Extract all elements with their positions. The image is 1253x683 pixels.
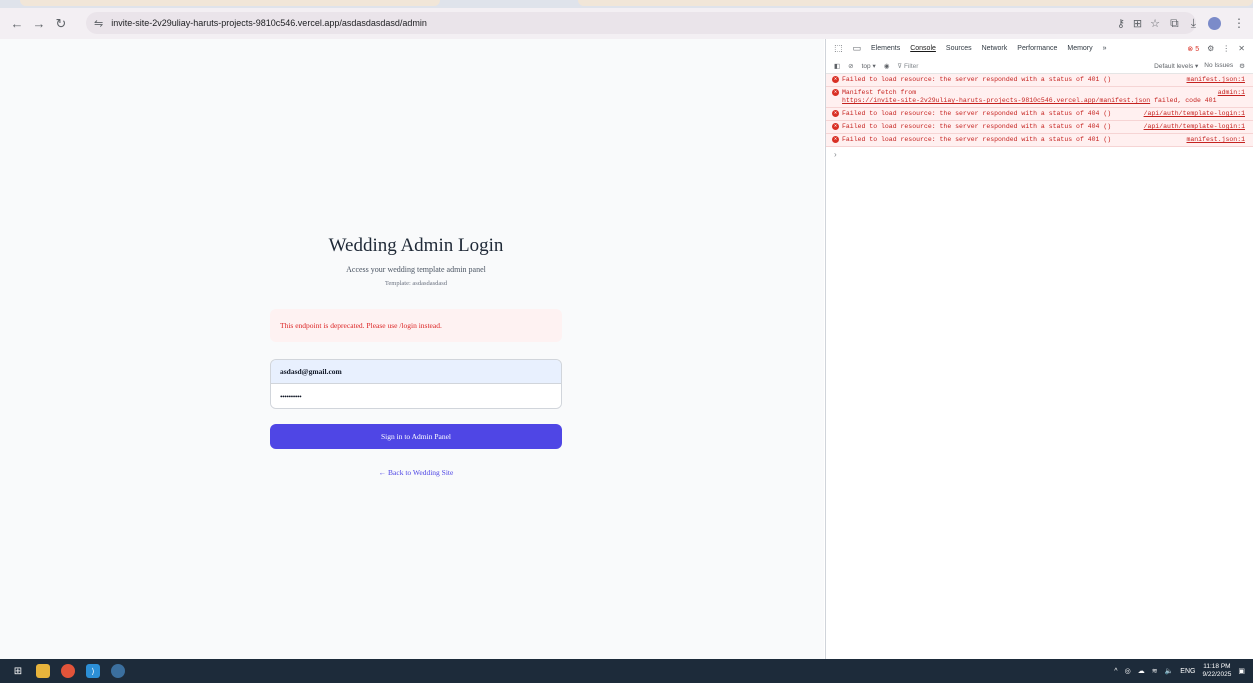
console-message: ✕ manifest.json:1 Failed to load resourc… bbox=[826, 74, 1253, 87]
tab-memory[interactable]: Memory bbox=[1067, 45, 1092, 52]
message-source-link[interactable]: admin:1 bbox=[1218, 89, 1245, 97]
extensions-icon[interactable]: ⧉ bbox=[1170, 16, 1179, 31]
chrome-devtools-window-icon[interactable] bbox=[111, 664, 125, 678]
error-icon: ✕ bbox=[832, 136, 839, 143]
settings-gear-icon[interactable]: ⚙ bbox=[1207, 44, 1214, 53]
browser-tab[interactable] bbox=[578, 0, 1253, 6]
browser-toolbar: ← → ↻ ⇋ invite-site-2v29uliay-haruts-pro… bbox=[0, 8, 1253, 39]
reload-icon[interactable]: ↻ bbox=[50, 13, 72, 35]
chrome-icon[interactable] bbox=[61, 664, 75, 678]
download-icon[interactable]: ⤓ bbox=[1191, 16, 1196, 31]
file-explorer-icon[interactable] bbox=[36, 664, 50, 678]
password-field[interactable]: •••••••••• bbox=[271, 384, 561, 408]
page-title: Wedding Admin Login bbox=[328, 235, 504, 256]
inspect-element-icon[interactable]: ⬚ bbox=[834, 43, 843, 54]
email-field[interactable]: asdasd@gmail.com bbox=[271, 360, 561, 384]
tray-app-icon[interactable]: ◎ bbox=[1125, 667, 1131, 675]
bookmark-star-icon[interactable]: ☆ bbox=[1150, 17, 1160, 30]
live-expression-eye-icon[interactable]: ◉ bbox=[884, 62, 890, 70]
notifications-icon[interactable]: ▣ bbox=[1238, 667, 1245, 675]
login-form-fields: asdasd@gmail.com •••••••••• bbox=[270, 359, 562, 409]
clock-date: 9/22/2025 bbox=[1202, 671, 1232, 678]
windows-start-icon[interactable]: ⊞ bbox=[11, 664, 25, 678]
sign-in-button[interactable]: Sign in to Admin Panel bbox=[270, 424, 562, 449]
message-source-link[interactable]: manifest.json:1 bbox=[1186, 76, 1245, 84]
error-count: 5 bbox=[1195, 45, 1200, 53]
tab-performance[interactable]: Performance bbox=[1017, 45, 1057, 52]
message-text: Failed to load resource: the server resp… bbox=[842, 110, 1112, 117]
tab-elements[interactable]: Elements bbox=[871, 45, 900, 52]
message-text: Failed to load resource: the server resp… bbox=[842, 123, 1112, 130]
console-message: ✕ /api/auth/template-login:1 Failed to l… bbox=[826, 108, 1253, 121]
console-message: ✕ admin:1 Manifest fetch from https://in… bbox=[826, 87, 1253, 108]
template-label: Template: asdasdasdasd bbox=[384, 280, 448, 287]
volume-icon[interactable]: 🔈 bbox=[1165, 667, 1174, 675]
system-tray: ^ ◎ ☁ ≋ 🔈 ENG 11:18 PM 9/22/2025 ▣ bbox=[1114, 659, 1245, 683]
tab-network[interactable]: Network bbox=[982, 45, 1008, 52]
forward-arrow-icon[interactable]: → bbox=[28, 13, 50, 35]
filter-funnel-icon: ⊽ bbox=[897, 62, 903, 70]
tray-chevron-up-icon[interactable]: ^ bbox=[1114, 668, 1117, 675]
tab-sources[interactable]: Sources bbox=[946, 45, 972, 52]
message-tail: failed, code 401 bbox=[1154, 97, 1217, 104]
tab-console[interactable]: Console bbox=[910, 45, 936, 52]
error-icon: ✕ bbox=[832, 76, 839, 83]
vscode-icon[interactable]: ⟩ bbox=[86, 664, 100, 678]
message-text: Manifest fetch from bbox=[842, 89, 917, 96]
password-key-icon[interactable]: ⚷ bbox=[1117, 17, 1125, 30]
error-icon: ✕ bbox=[832, 123, 839, 130]
filter-placeholder: Filter bbox=[903, 62, 919, 70]
message-source-link[interactable]: manifest.json:1 bbox=[1186, 136, 1245, 144]
device-toolbar-icon[interactable]: ▭ bbox=[853, 43, 862, 54]
site-settings-icon[interactable]: ⇋ bbox=[94, 17, 103, 30]
page-viewport: Wedding Admin Login Access your wedding … bbox=[0, 39, 824, 659]
login-card: Wedding Admin Login Access your wedding … bbox=[270, 235, 562, 477]
clear-console-icon[interactable]: ⊘ bbox=[848, 62, 853, 70]
console-message: ✕ /api/auth/template-login:1 Failed to l… bbox=[826, 121, 1253, 134]
windows-taskbar: ⊞ ⟩ ^ ◎ ☁ ≋ 🔈 ENG 11:18 PM 9/22/2025 ▣ bbox=[0, 659, 1253, 683]
page-subtitle: Access your wedding template admin panel bbox=[346, 265, 486, 274]
error-count-badge[interactable]: ⊗ 5 bbox=[1187, 45, 1199, 53]
console-toolbar: ◧ ⊘ top ▾ ◉ ⊽ Filter Default levels ▾ No… bbox=[826, 58, 1253, 74]
back-arrow-icon[interactable]: ← bbox=[6, 13, 28, 35]
console-prompt[interactable]: › bbox=[826, 147, 1253, 162]
devtools-tabbar: ⬚ ▭ Elements Console Sources Network Per… bbox=[826, 39, 1253, 58]
manifest-url-link[interactable]: https://invite-site-2v29uliay-haruts-pro… bbox=[842, 97, 1150, 104]
message-text: Failed to load resource: the server resp… bbox=[842, 136, 1112, 143]
clock[interactable]: 11:18 PM 9/22/2025 bbox=[1202, 663, 1231, 679]
console-message: ✕ manifest.json:1 Failed to load resourc… bbox=[826, 134, 1253, 147]
sidebar-toggle-icon[interactable]: ◧ bbox=[834, 62, 840, 70]
log-levels-dropdown[interactable]: Default levels ▾ bbox=[1154, 62, 1198, 70]
browser-menu-icon[interactable]: ⋮ bbox=[1233, 16, 1245, 30]
devtools-menu-icon[interactable]: ⋮ bbox=[1222, 44, 1230, 53]
filter-input[interactable]: ⊽ Filter bbox=[897, 62, 918, 70]
language-indicator[interactable]: ENG bbox=[1180, 668, 1195, 675]
error-icon: ✕ bbox=[832, 89, 839, 96]
profile-avatar[interactable] bbox=[1208, 16, 1221, 30]
message-source-link[interactable]: /api/auth/template-login:1 bbox=[1144, 123, 1245, 131]
url-text: invite-site-2v29uliay-haruts-projects-98… bbox=[111, 18, 427, 28]
context-selector[interactable]: top ▾ bbox=[862, 62, 876, 70]
more-tabs-icon[interactable]: » bbox=[1103, 45, 1107, 52]
issues-button[interactable]: No Issues bbox=[1204, 62, 1233, 69]
error-icon: ✕ bbox=[832, 110, 839, 117]
devtools-panel: ⬚ ▭ Elements Console Sources Network Per… bbox=[825, 39, 1253, 659]
back-to-site-link[interactable]: ← Back to Wedding Site bbox=[270, 468, 562, 477]
wifi-icon[interactable]: ≋ bbox=[1152, 667, 1158, 675]
close-icon[interactable]: ✕ bbox=[1238, 44, 1245, 53]
error-alert: This endpoint is deprecated. Please use … bbox=[270, 309, 562, 342]
message-source-link[interactable]: /api/auth/template-login:1 bbox=[1144, 110, 1245, 118]
message-text: Failed to load resource: the server resp… bbox=[842, 76, 1112, 83]
tab-strip bbox=[0, 0, 1253, 8]
console-settings-icon[interactable]: ⚙ bbox=[1239, 62, 1245, 70]
browser-tab[interactable] bbox=[20, 0, 440, 6]
tray-cloud-icon[interactable]: ☁ bbox=[1138, 667, 1145, 675]
translate-icon[interactable]: ⊞ bbox=[1133, 17, 1142, 30]
address-bar[interactable]: ⇋ invite-site-2v29uliay-haruts-projects-… bbox=[86, 12, 1196, 34]
clock-time: 11:18 PM bbox=[1203, 663, 1231, 670]
